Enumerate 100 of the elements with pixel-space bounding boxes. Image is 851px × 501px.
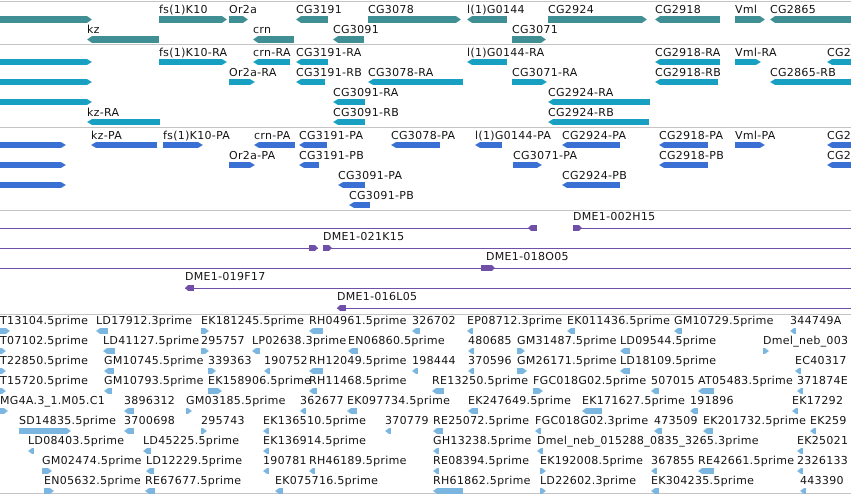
feature-label: GH13238.5prime: [433, 435, 532, 447]
feature-label: AT05483.5prime: [698, 375, 794, 387]
feature-label: fs(1)K10-PA: [163, 130, 230, 142]
feature-label: CG3071-PA: [513, 150, 578, 162]
feature-label: RE13250.5prime: [432, 375, 528, 387]
feature-label: CG3191-RA: [296, 47, 362, 59]
feature-label: LD41127.5prime: [103, 335, 200, 347]
feature-label: EK201732.5prime: [703, 415, 806, 427]
feature-label: GM03185.5prime: [186, 395, 286, 407]
feature-label: 473509: [654, 415, 698, 427]
feature-label: 3700698: [124, 415, 176, 427]
feature-label: LD17912.3prime: [96, 315, 192, 327]
feature-label: CG2924-PA: [562, 130, 626, 142]
feature-label: EK136510.5prime: [263, 415, 366, 427]
feature-label: CG2918: [655, 4, 701, 16]
feature-label: 190752: [264, 355, 308, 367]
feature-label: EC40317: [795, 355, 847, 367]
feature-label: EK097734.5prime: [347, 395, 450, 407]
feature-label: EK158906.5prime: [208, 375, 312, 387]
feature-label: CG2918-RA: [655, 47, 721, 59]
feature-label: fs(1)K10-RA: [159, 47, 228, 59]
feature-label: CG3091-PB: [349, 190, 414, 202]
feature-label: CG3091-RA: [333, 87, 399, 99]
feature-label: CG2918-PA: [659, 130, 724, 142]
feature-label: EK011436.5prime: [567, 315, 670, 327]
feature-label: RE25072.5prime: [433, 415, 530, 427]
feature-label: Dmel_neb_003: [763, 335, 848, 347]
feature-label: RH12049.5prime: [309, 355, 407, 367]
feature-label: Vml-PA: [735, 130, 776, 142]
feature-label: 198444: [412, 355, 456, 367]
feature-label: CG2: [827, 150, 851, 162]
feature-label: DME1-002H15: [573, 211, 656, 223]
feature-label: 339363: [208, 355, 252, 367]
feature-label: EK171627.5prime: [582, 395, 686, 407]
feature-label: CG3078: [368, 4, 414, 16]
feature-label: 295743: [201, 415, 245, 427]
feature-label: l(1)G0144-PA: [475, 130, 552, 142]
feature-label: LD12229.5prime: [146, 455, 242, 467]
feature-label: CG2924-RA: [548, 87, 614, 99]
feature-label: 371874E: [797, 375, 848, 387]
feature-label: CG3191: [296, 4, 342, 16]
feature-label: EP08712.3prime: [467, 315, 562, 327]
feature-label: Vml-RA: [735, 47, 777, 59]
feature-label: GM31487.5prime: [517, 335, 617, 347]
feature-label: CG2918-RB: [655, 67, 722, 79]
feature-label: LD09544.5prime: [620, 335, 716, 347]
feature-label: 344749A: [790, 315, 842, 327]
feature-label: LD45225.5prime: [143, 435, 240, 447]
feature-label: EK247649.5prime: [468, 395, 572, 407]
feature-label: crn-PA: [254, 130, 291, 142]
feature-label: 3896312: [124, 395, 176, 407]
feature-label: 370596: [468, 355, 512, 367]
feature-label: 507015: [651, 375, 695, 387]
feature-label: DME1-019F17: [185, 271, 266, 283]
feature-label: Vml: [735, 4, 758, 16]
feature-label: LP02638.3prime: [252, 335, 346, 347]
feature-label: crn-RA: [253, 47, 291, 59]
feature-label: Or2a-RA: [229, 67, 277, 79]
feature-label: 295757: [201, 335, 245, 347]
feature-label: 362677: [300, 395, 344, 407]
feature-label: RH04961.5prime: [309, 315, 407, 327]
feature-label: kz: [87, 24, 100, 36]
feature-label: CG3091-PA: [338, 170, 402, 182]
feature-label: GM10745.5prime: [104, 355, 204, 367]
feature-label: 326702: [412, 315, 456, 327]
feature-label: CG3091: [333, 24, 379, 36]
feature-label: 443390: [800, 475, 844, 487]
feature-label: CG3071-RA: [512, 67, 578, 79]
feature-label: T15720.5prime: [0, 375, 88, 387]
feature-label: EK304235.5prime: [651, 475, 754, 487]
feature-label: 190781: [263, 455, 307, 467]
feature-label: Or2a: [229, 4, 258, 16]
feature-label: RH11468.5prime: [309, 375, 407, 387]
feature-label: EK259: [810, 415, 847, 427]
feature-label: 370779: [385, 415, 429, 427]
feature-label: DME1-021K15: [323, 231, 404, 243]
feature-label: T07102.5prime: [0, 335, 88, 347]
feature-label: DME1-016L05: [337, 291, 418, 303]
feature-label: CG3191-PA: [299, 130, 364, 142]
feature-label: CG3078-PA: [391, 130, 456, 142]
feature-label: CG3191-PB: [299, 150, 364, 162]
feature-label: DME1-018O05: [486, 251, 569, 263]
feature-label: CG3078-RA: [368, 67, 434, 79]
feature-label: RE42661.5prime: [698, 455, 794, 467]
feature-label: fs(1)K10: [159, 4, 208, 16]
feature-label: RE08394.5prime: [433, 455, 530, 467]
feature-label: CG2918-PB: [659, 150, 724, 162]
feature-label: EK17292: [792, 395, 844, 407]
feature-label: EK181245.5prime: [201, 315, 304, 327]
feature-label: CG2865: [770, 4, 816, 16]
feature-label: l(1)G0144-RA: [467, 47, 544, 59]
feature-label: MG4A.3_1.M05.C1: [0, 395, 105, 407]
feature-label: Dmel_neb_015288_0835_3265.3prime: [537, 435, 759, 447]
feature-label: CG2924-RB: [548, 107, 614, 119]
feature-label: CG3191-RB: [296, 67, 362, 79]
feature-label: 191896: [690, 395, 734, 407]
feature-label: EN05632.5prime: [44, 475, 141, 487]
feature-label: 480685: [468, 335, 512, 347]
feature-label: SD14835.5prime: [19, 415, 116, 427]
feature-label: EN06860.5prime: [348, 335, 445, 347]
